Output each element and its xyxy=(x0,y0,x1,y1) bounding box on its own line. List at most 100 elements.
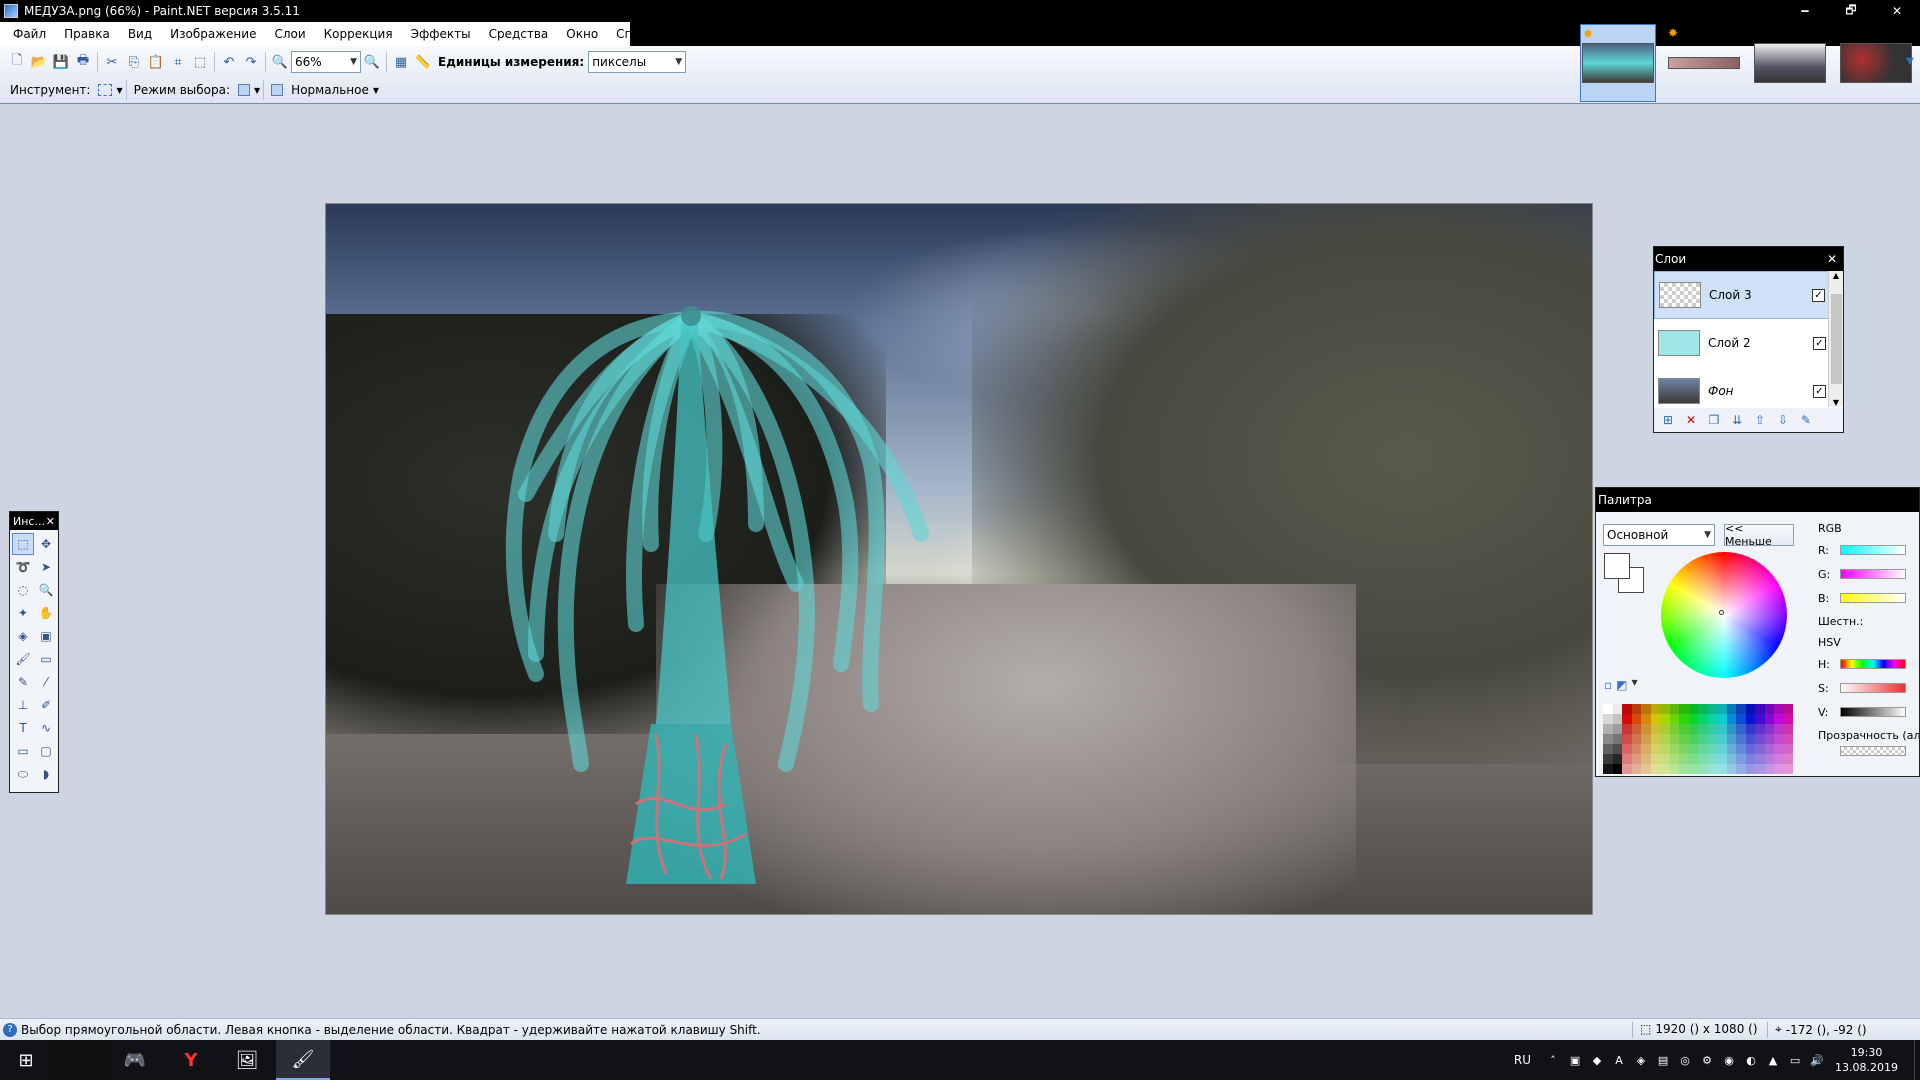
blue-slider[interactable] xyxy=(1840,593,1906,603)
palette-swatch[interactable] xyxy=(1603,734,1613,744)
palette-swatch[interactable] xyxy=(1774,764,1784,774)
chevron-down-icon[interactable]: ▼ xyxy=(1631,678,1637,692)
deselect-icon[interactable]: ⬚ xyxy=(189,51,211,73)
palette-swatch[interactable] xyxy=(1717,764,1727,774)
palette-swatch[interactable] xyxy=(1745,724,1755,734)
palette-swatch[interactable] xyxy=(1622,724,1632,734)
value-slider[interactable] xyxy=(1840,707,1906,717)
palette-swatch[interactable] xyxy=(1603,704,1613,714)
palette-swatch[interactable] xyxy=(1688,764,1698,774)
palette-swatches[interactable] xyxy=(1603,704,1793,774)
palette-swatch[interactable] xyxy=(1679,744,1689,754)
palette-select[interactable]: Основной ▼ xyxy=(1603,524,1715,546)
selection-mode-icon[interactable] xyxy=(238,84,251,96)
paint-bucket-tool-icon[interactable]: ◈ xyxy=(12,625,34,647)
palette-swatch[interactable] xyxy=(1726,764,1736,774)
palette-swatch[interactable] xyxy=(1774,754,1784,764)
thumbnails-menu-icon[interactable]: ▼ xyxy=(1906,56,1914,67)
menu-tools[interactable]: Средства xyxy=(480,23,558,45)
palette-swatch[interactable] xyxy=(1641,714,1651,724)
palette-swatch[interactable] xyxy=(1660,734,1670,744)
zoom-combo[interactable]: 66% ▼ xyxy=(291,51,361,73)
move-layer-down-icon[interactable]: ⇩ xyxy=(1775,412,1791,428)
windows-start-icon[interactable]: ⊞ xyxy=(0,1040,52,1080)
rectangle-select-icon[interactable] xyxy=(98,84,113,96)
palette-swatch[interactable] xyxy=(1641,764,1651,774)
palette-swatch[interactable] xyxy=(1774,714,1784,724)
palette-swatch[interactable] xyxy=(1745,764,1755,774)
palette-swatch[interactable] xyxy=(1650,764,1660,774)
redo-icon[interactable]: ↷ xyxy=(240,51,262,73)
palette-swatch[interactable] xyxy=(1688,754,1698,764)
palette-swatch[interactable] xyxy=(1622,764,1632,774)
palette-swatch[interactable] xyxy=(1783,744,1793,754)
palette-swatch[interactable] xyxy=(1698,754,1708,764)
input-language[interactable]: RU xyxy=(1514,1053,1531,1067)
palette-swatch[interactable] xyxy=(1736,704,1746,714)
palette-swatch[interactable] xyxy=(1717,744,1727,754)
menu-adjustments[interactable]: Коррекция xyxy=(315,23,402,45)
palette-swatch[interactable] xyxy=(1783,724,1793,734)
ellipse-select-tool-icon[interactable]: ◌ xyxy=(12,579,34,601)
image-canvas[interactable] xyxy=(325,203,1593,915)
palette-swatch[interactable] xyxy=(1736,714,1746,724)
image-tab-2[interactable]: ✸ xyxy=(1666,24,1742,102)
tray-app-icon[interactable]: ◎ xyxy=(1677,1052,1693,1068)
palette-swatch[interactable] xyxy=(1641,754,1651,764)
palette-swatch[interactable] xyxy=(1764,764,1774,774)
pencil-tool-icon[interactable]: ✎ xyxy=(12,671,34,693)
scroll-up-icon[interactable]: ▲ xyxy=(1833,271,1839,280)
palette-swatch[interactable] xyxy=(1755,764,1765,774)
palette-swatch[interactable] xyxy=(1622,744,1632,754)
tray-app-icon[interactable]: ⚙ xyxy=(1699,1052,1715,1068)
color-picker-tool-icon[interactable]: ⁄ xyxy=(35,671,57,693)
palette-swatch[interactable] xyxy=(1669,734,1679,744)
pan-tool-icon[interactable]: ✋ xyxy=(35,602,57,624)
palette-swatch[interactable] xyxy=(1688,724,1698,734)
palette-swatch[interactable] xyxy=(1669,714,1679,724)
palette-swatch[interactable] xyxy=(1641,744,1651,754)
ellipse-tool-icon[interactable]: ⬭ xyxy=(12,763,34,785)
freeform-shape-tool-icon[interactable]: ◗ xyxy=(35,763,57,785)
palette-swatch[interactable] xyxy=(1698,714,1708,724)
palette-swatch[interactable] xyxy=(1679,764,1689,774)
palette-swatch[interactable] xyxy=(1631,704,1641,714)
primary-color-swatch[interactable] xyxy=(1604,553,1630,579)
palette-swatch[interactable] xyxy=(1612,714,1622,724)
paste-icon[interactable]: 📋 xyxy=(145,51,167,73)
palette-swatch[interactable] xyxy=(1726,724,1736,734)
palette-swatch[interactable] xyxy=(1707,704,1717,714)
palette-swatch[interactable] xyxy=(1717,754,1727,764)
palette-swatch[interactable] xyxy=(1612,744,1622,754)
eraser-tool-icon[interactable]: ▭ xyxy=(35,648,57,670)
palette-swatch[interactable] xyxy=(1631,754,1641,764)
palette-swatch[interactable] xyxy=(1650,714,1660,724)
red-slider[interactable] xyxy=(1840,545,1906,555)
palette-swatch[interactable] xyxy=(1650,704,1660,714)
palette-swatch[interactable] xyxy=(1641,724,1651,734)
zoom-out-icon[interactable]: 🔍 xyxy=(269,51,291,73)
tools-window-close-button[interactable]: ✕ xyxy=(46,515,55,528)
menu-image[interactable]: Изображение xyxy=(161,23,265,45)
palette-swatch[interactable] xyxy=(1745,754,1755,764)
delete-layer-icon[interactable]: ✕ xyxy=(1683,412,1699,428)
palette-swatch[interactable] xyxy=(1698,734,1708,744)
discord-icon[interactable]: 🎮 xyxy=(108,1040,162,1080)
palette-swatch[interactable] xyxy=(1603,724,1613,734)
palette-swatch[interactable] xyxy=(1726,734,1736,744)
rectangle-tool-icon[interactable]: ▭ xyxy=(12,740,34,762)
palette-menu-icon[interactable]: ◩ xyxy=(1616,678,1627,692)
palette-swatch[interactable] xyxy=(1612,724,1622,734)
palette-swatch[interactable] xyxy=(1783,704,1793,714)
palette-swatch[interactable] xyxy=(1660,764,1670,774)
palette-swatch[interactable] xyxy=(1603,764,1613,774)
taskbar-app-dark[interactable] xyxy=(52,1040,106,1080)
palette-swatch[interactable] xyxy=(1650,724,1660,734)
palette-swatch[interactable] xyxy=(1679,724,1689,734)
palette-swatch[interactable] xyxy=(1726,714,1736,724)
palette-swatch[interactable] xyxy=(1736,724,1746,734)
zoom-tool-icon[interactable]: 🔍 xyxy=(35,579,57,601)
new-file-icon[interactable]: 🗋 xyxy=(6,51,28,73)
paintbrush-tool-icon[interactable]: 🖌 xyxy=(12,648,34,670)
palette-swatch[interactable] xyxy=(1717,724,1727,734)
